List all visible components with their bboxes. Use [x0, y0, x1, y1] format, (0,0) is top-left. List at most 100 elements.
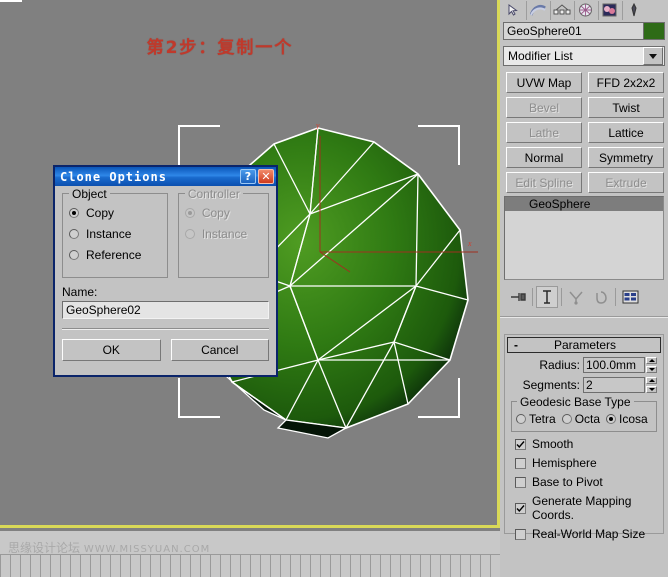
- modifier-button-edit-spline: Edit Spline: [506, 172, 582, 193]
- clone-options-dialog[interactable]: Clone Options ? ✕ Object Copy Instance Ref…: [53, 165, 278, 377]
- modifier-button-twist[interactable]: Twist: [588, 97, 664, 118]
- checkbox-smooth[interactable]: Smooth: [515, 437, 663, 451]
- checkbox-real-world-map-size[interactable]: Real-World Map Size: [515, 527, 663, 541]
- select-by-name-icon[interactable]: [526, 0, 548, 20]
- radius-stepper[interactable]: [646, 357, 657, 373]
- modifier-stack[interactable]: GeoSphere: [504, 196, 664, 280]
- segments-label: Segments:: [522, 378, 580, 392]
- geodesic-option-tetra[interactable]: Tetra: [516, 412, 556, 426]
- radius-input[interactable]: 100.0mm: [583, 357, 645, 373]
- radio-label: Instance: [201, 227, 248, 241]
- modifier-button-bevel: Bevel: [506, 97, 582, 118]
- geodesic-base-type-group: Geodesic Base Type Tetra Octa Icosa: [511, 395, 657, 432]
- radio-label: Reference: [86, 248, 142, 262]
- dialog-body: Object Copy Instance Reference Controller …: [55, 186, 276, 377]
- stack-item[interactable]: GeoSphere: [505, 197, 663, 211]
- modifier-button-uvw-map[interactable]: UVW Map: [506, 72, 582, 93]
- command-panel[interactable]: 网页教学网 www.webjx.com GeoSphere01 Modifier…: [500, 0, 668, 577]
- modifier-button-lathe: Lathe: [506, 122, 582, 143]
- toolbar-separator-3: [615, 288, 616, 306]
- checkbox-generate-mapping-coords[interactable]: Generate Mapping Coords.: [515, 494, 663, 522]
- radio-icon: [184, 229, 195, 239]
- forum-watermark: 思缘设计论坛 WWW.MISSYUAN.COM: [8, 539, 210, 556]
- radio-icon[interactable]: [69, 229, 79, 239]
- configure-modifier-sets-icon[interactable]: [619, 286, 641, 308]
- page-title: 第2步：复制一个: [146, 38, 294, 58]
- object-name-row[interactable]: GeoSphere01: [503, 22, 665, 40]
- modifier-button-extrude: Extrude: [588, 172, 664, 193]
- modifier-button-normal[interactable]: Normal: [506, 147, 582, 168]
- checkbox-hemisphere[interactable]: Hemisphere: [515, 456, 663, 470]
- modifier-button-ffd-2x2x2[interactable]: FFD 2x2x2: [588, 72, 664, 93]
- make-unique-icon[interactable]: [565, 286, 587, 308]
- radio-icon[interactable]: [516, 414, 526, 424]
- segments-input[interactable]: 2: [583, 377, 645, 393]
- svg-text:y: y: [315, 121, 320, 130]
- object-name-field[interactable]: GeoSphere01: [503, 22, 643, 40]
- help-icon[interactable]: ?: [240, 169, 256, 184]
- parameters-rollout[interactable]: - Parameters Radius: 100.0mm Segments: 2…: [504, 334, 664, 541]
- ruler-ticks: [0, 555, 500, 577]
- select-object-icon[interactable]: [502, 1, 524, 20]
- align-icon[interactable]: [574, 0, 596, 20]
- radius-label: Radius:: [539, 358, 580, 372]
- radio-icon[interactable]: [69, 208, 79, 218]
- modifier-button-symmetry[interactable]: Symmetry: [588, 147, 664, 168]
- selection-bracket-top-mid: [0, 0, 22, 2]
- render-setup-icon[interactable]: [622, 0, 644, 20]
- viewport-ruler: 思缘设计论坛 WWW.MISSYUAN.COM: [0, 531, 500, 577]
- radio-label: Instance: [86, 227, 132, 241]
- radio-label: Copy: [201, 206, 230, 220]
- geodesic-option-label: Icosa: [619, 412, 648, 426]
- segments-row[interactable]: Segments: 2: [505, 377, 657, 393]
- name-label: Name:: [62, 285, 98, 299]
- radio-object-instance[interactable]: Instance: [69, 227, 161, 241]
- panel-divider: [500, 316, 668, 318]
- geodesic-option-octa[interactable]: Octa: [561, 412, 600, 426]
- geodesic-radio-row[interactable]: Tetra Octa Icosa: [516, 412, 652, 426]
- radio-object-reference[interactable]: Reference: [69, 248, 161, 262]
- radio-icon[interactable]: [561, 414, 572, 424]
- checkbox-icon[interactable]: [515, 502, 526, 514]
- radio-icon[interactable]: [69, 250, 79, 260]
- checkbox-base-to-pivot[interactable]: Base to Pivot: [515, 475, 663, 489]
- svg-text:x: x: [467, 239, 472, 248]
- radio-icon[interactable]: [606, 414, 617, 424]
- object-color-swatch[interactable]: [643, 22, 665, 40]
- material-editor-icon[interactable]: [598, 0, 620, 20]
- radius-row[interactable]: Radius: 100.0mm: [505, 357, 657, 373]
- checkbox-icon[interactable]: [515, 457, 526, 469]
- modifier-list-label: Modifier List: [508, 49, 573, 63]
- mirror-icon[interactable]: [550, 0, 572, 20]
- chevron-down-icon[interactable]: [643, 47, 663, 65]
- parameter-checkbox-list[interactable]: Smooth Hemisphere Base to Pivot Generate Ma…: [505, 437, 663, 541]
- pin-stack-icon[interactable]: [507, 286, 529, 308]
- panel-toolbar[interactable]: [500, 0, 668, 20]
- radio-object-copy[interactable]: Copy: [69, 206, 161, 220]
- show-end-result-icon[interactable]: [536, 286, 558, 308]
- checkbox-icon[interactable]: [515, 528, 526, 540]
- parameters-header[interactable]: - Parameters: [507, 337, 661, 353]
- modifier-button-lattice[interactable]: Lattice: [588, 122, 664, 143]
- modifier-stack-toolbar[interactable]: [504, 284, 664, 310]
- cancel-button[interactable]: Cancel: [170, 339, 269, 361]
- collapse-icon[interactable]: -: [508, 338, 524, 352]
- forum-watermark-url: WWW.MISSYUAN.COM: [83, 544, 211, 555]
- segments-stepper[interactable]: [646, 377, 657, 393]
- geodesic-option-icosa[interactable]: Icosa: [606, 412, 648, 426]
- dialog-title-bar[interactable]: Clone Options ? ✕: [55, 167, 276, 186]
- ok-button[interactable]: OK: [62, 339, 161, 361]
- controller-group-title: Controller: [184, 187, 243, 201]
- radio-controller-instance: Instance: [184, 227, 262, 241]
- radio-icon: [184, 208, 195, 218]
- modifier-list-dropdown[interactable]: Modifier List: [503, 46, 665, 66]
- controller-group: Controller Copy Instance: [177, 187, 269, 278]
- radio-label: Copy: [86, 206, 115, 220]
- clone-name-input[interactable]: GeoSphere02: [62, 301, 269, 319]
- remove-modifier-icon[interactable]: [590, 286, 612, 308]
- checkbox-icon[interactable]: [515, 438, 526, 450]
- toolbar-separator-1: [532, 288, 533, 306]
- checkbox-icon[interactable]: [515, 476, 526, 488]
- modifier-button-grid[interactable]: UVW Map FFD 2x2x2 Bevel Twist Lathe Lattice No…: [506, 72, 664, 193]
- close-icon[interactable]: ✕: [258, 169, 274, 184]
